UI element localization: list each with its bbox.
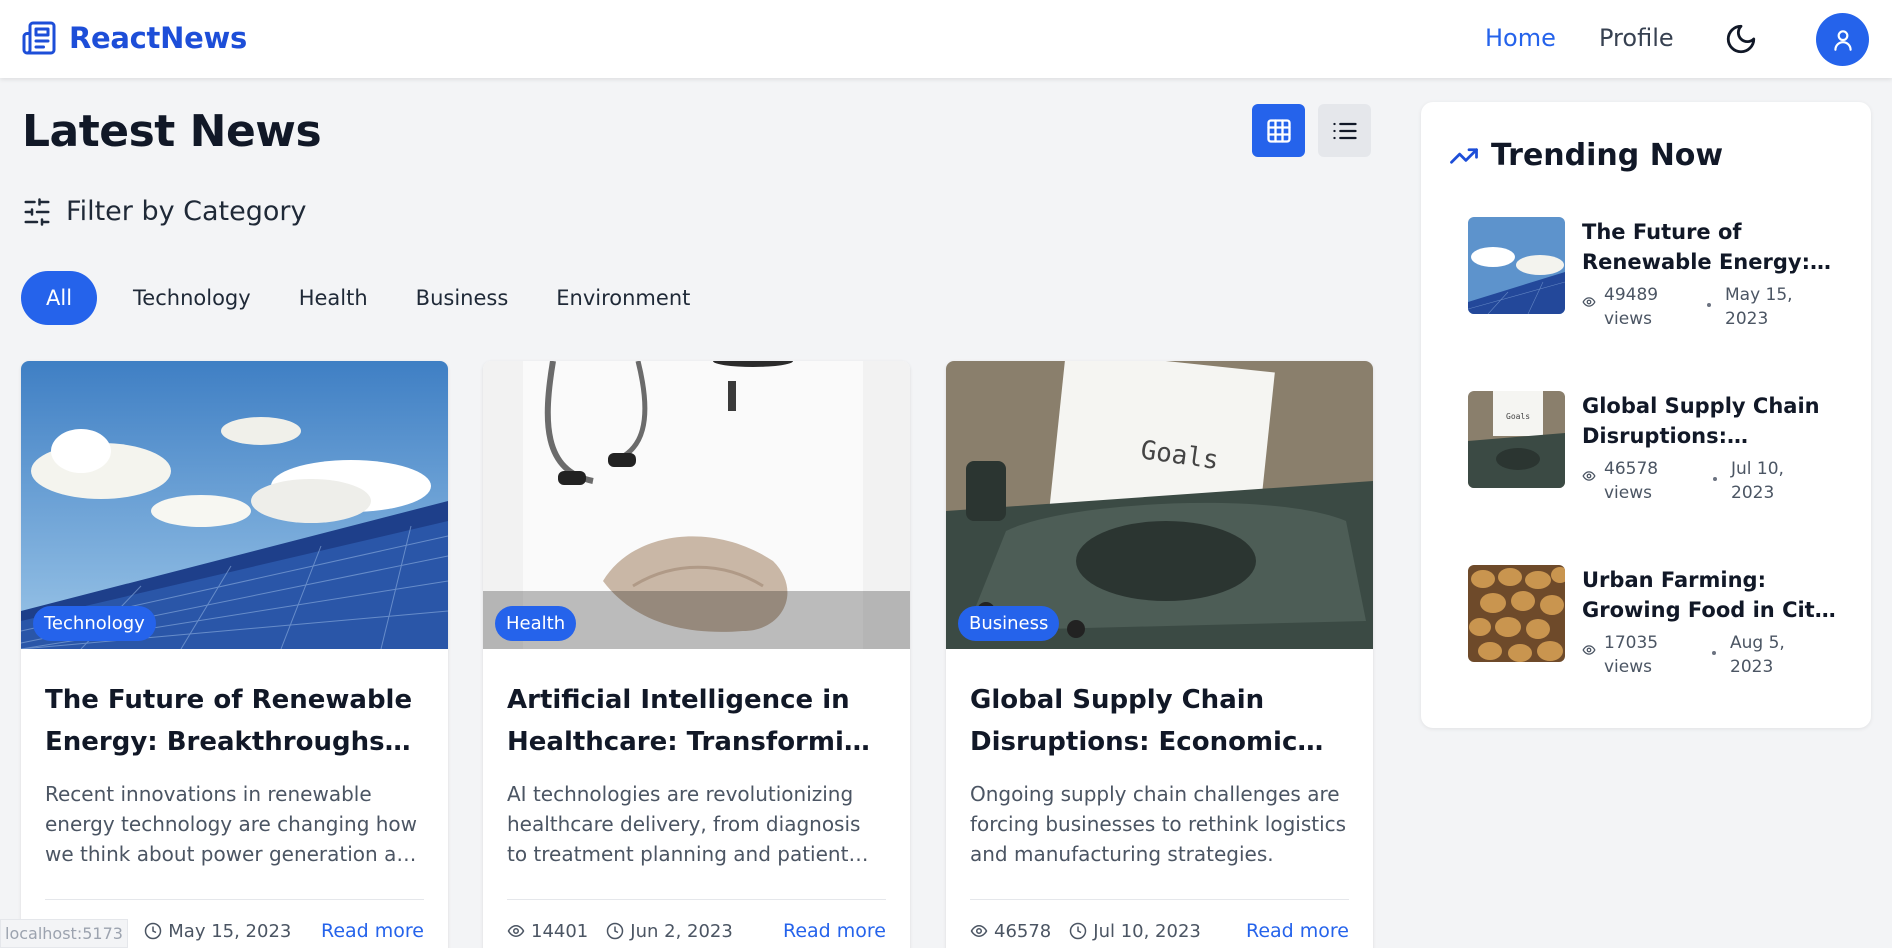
article-footer: 46578 Jul 10, 2023 Read more <box>970 899 1349 942</box>
list-view-button[interactable] <box>1318 104 1371 157</box>
potatoes-thumb <box>1468 565 1565 662</box>
trending-date-line1: May 15, <box>1725 285 1793 305</box>
trending-views-unit: views <box>1604 657 1653 677</box>
trending-item-title: Urban Farming: Growing Food in City Spac… <box>1582 568 1829 622</box>
category-badge: Health <box>495 606 577 641</box>
grid-icon <box>1266 118 1291 143</box>
article-card[interactable]: Health Artificial Intelligence in Health… <box>483 361 910 948</box>
clock-icon <box>607 922 624 940</box>
brand-name: ReactNews <box>69 21 247 55</box>
separator-dot <box>1707 303 1711 307</box>
trending-date-line1: Jul 10, <box>1731 459 1784 479</box>
eye-icon <box>1582 297 1596 307</box>
filter-heading: Filter by Category <box>22 196 306 227</box>
publish-date: May 15, 2023 <box>168 920 292 942</box>
newspaper-icon <box>22 21 56 55</box>
grid-view-button[interactable] <box>1252 104 1305 157</box>
trending-heading: Trending Now <box>1449 138 1723 173</box>
trending-panel: Trending Now The Future of Renewable Ene… <box>1421 102 1871 728</box>
trending-views-count: 46578 <box>1604 459 1659 479</box>
status-bar-url: localhost:5173 <box>0 919 128 948</box>
svg-text:Goals: Goals <box>1506 412 1530 421</box>
category-badge: Business <box>958 606 1060 641</box>
article-card[interactable]: Goals Business Global Supply Chain Disru… <box>946 361 1373 948</box>
brand-logo-link[interactable]: ReactNews <box>21 20 247 56</box>
article-description: Recent innovations in renewable energy t… <box>45 782 422 866</box>
trending-views-unit: views <box>1604 483 1653 503</box>
read-more-link[interactable]: Read more <box>783 920 886 942</box>
views-count: 46578 <box>994 920 1052 942</box>
trending-date-line1: Aug 5, <box>1730 633 1785 653</box>
views-count: 14401 <box>531 920 589 942</box>
category-all[interactable]: All <box>21 271 98 325</box>
article-description: AI technologies are revolutionizing heal… <box>507 782 861 866</box>
trending-item[interactable]: Urban Farming: Growing Food in City Spac… <box>1468 565 1848 677</box>
filter-label: Filter by Category <box>66 196 307 227</box>
solar-panels-thumb <box>1468 217 1565 314</box>
top-navbar: ReactNews Home Profile <box>0 0 1892 78</box>
category-health[interactable]: Health <box>275 271 392 325</box>
eye-icon <box>507 924 525 938</box>
eye-icon <box>1582 471 1596 481</box>
page-title: Latest News <box>22 106 322 157</box>
user-icon <box>1833 29 1852 51</box>
category-environment[interactable]: Environment <box>532 271 714 325</box>
trending-thumbnail: Goals <box>1468 391 1565 488</box>
typewriter-thumb: Goals <box>1468 391 1565 488</box>
nav-link-profile[interactable]: Profile <box>1599 24 1674 52</box>
clock-icon <box>1070 922 1087 940</box>
nav-link-home[interactable]: Home <box>1485 24 1556 52</box>
article-description: Ongoing supply chain challenges are forc… <box>970 782 1347 866</box>
trending-date-line2: 2023 <box>1731 483 1775 503</box>
user-avatar-button[interactable] <box>1816 13 1869 66</box>
trending-views-count: 17035 <box>1604 633 1659 653</box>
date-meta: Jul 10, 2023 <box>1069 921 1201 942</box>
trending-date-line2: 2023 <box>1725 309 1769 329</box>
category-business[interactable]: Business <box>392 271 533 325</box>
trending-views-unit: views <box>1604 309 1653 329</box>
trending-date-line2: 2023 <box>1730 657 1774 677</box>
views-meta: 46578 <box>970 921 1051 942</box>
views-meta: 14401 <box>507 921 588 942</box>
read-more-link[interactable]: Read more <box>321 920 424 942</box>
article-title[interactable]: The Future of Renewable Energy: Breakthr… <box>45 679 424 763</box>
eye-icon <box>1582 645 1596 655</box>
separator-dot <box>1712 651 1716 655</box>
trending-thumbnail <box>1468 217 1565 314</box>
date-meta: Jun 2, 2023 <box>606 921 733 942</box>
article-image: Technology <box>21 361 448 649</box>
date-meta: May 15, 2023 <box>144 921 291 942</box>
publish-date: Jun 2, 2023 <box>630 920 733 942</box>
list-icon <box>1332 122 1357 139</box>
trending-item-title: The Future of Renewable Energy: Breakthr… <box>1582 220 1810 274</box>
trending-item[interactable]: The Future of Renewable Energy: Breakthr… <box>1468 217 1848 329</box>
trending-up-icon <box>1450 147 1478 164</box>
trending-title: Trending Now <box>1491 138 1724 173</box>
separator-dot <box>1713 477 1717 481</box>
trending-thumbnail <box>1468 565 1565 662</box>
article-image: Health <box>483 361 910 649</box>
trending-item[interactable]: Goals Global Supply Chain Disruptions: E… <box>1468 391 1848 503</box>
moon-icon <box>1726 24 1756 54</box>
publish-date: Jul 10, 2023 <box>1093 920 1201 942</box>
article-title[interactable]: Global Supply Chain Disruptions: Economi… <box>970 679 1349 763</box>
clock-icon <box>145 922 162 940</box>
category-badge: Technology <box>33 606 156 641</box>
sliders-icon <box>24 197 50 226</box>
read-more-link[interactable]: Read more <box>1246 920 1349 942</box>
category-technology[interactable]: Technology <box>109 271 275 325</box>
trending-views-count: 49489 <box>1604 285 1659 305</box>
theme-toggle-button[interactable] <box>1724 22 1758 56</box>
article-image: Goals Business <box>946 361 1373 649</box>
trending-item-title: Global Supply Chain Disruptions: Economi… <box>1582 394 1820 448</box>
eye-icon <box>970 924 988 938</box>
category-filter-list: All Technology Health Business Environme… <box>21 271 714 325</box>
article-title[interactable]: Artificial Intelligence in Healthcare: T… <box>507 679 886 763</box>
article-card[interactable]: Technology The Future of Renewable Energ… <box>21 361 448 948</box>
article-footer: 14401 Jun 2, 2023 Read more <box>507 899 886 942</box>
